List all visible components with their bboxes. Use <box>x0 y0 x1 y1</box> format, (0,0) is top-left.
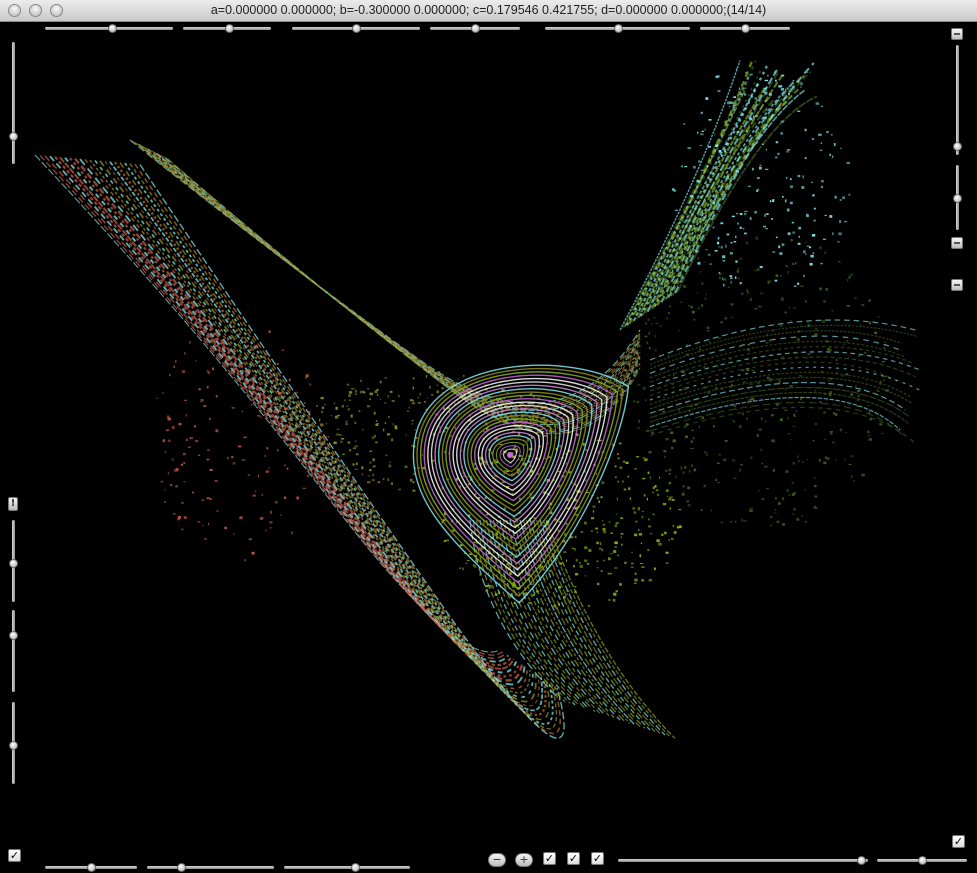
bottom-slider-1[interactable] <box>45 863 137 872</box>
zoom-in-button[interactable]: + <box>515 853 533 867</box>
red-strands-layer <box>34 154 565 739</box>
bottom-slider-1-knob[interactable] <box>87 863 96 872</box>
top-slider-2-knob[interactable] <box>224 24 234 33</box>
left-slider-2-knob[interactable] <box>9 558 18 568</box>
top-slider-5-knob[interactable] <box>613 24 623 33</box>
top-slider-2[interactable] <box>183 24 271 33</box>
right-slider-2-knob[interactable] <box>953 193 962 203</box>
fractal-attractor-plot <box>34 59 921 739</box>
left-bottom-checkbox[interactable]: ✓ <box>8 849 21 862</box>
left-slider-2[interactable] <box>9 520 18 602</box>
left-slider-4[interactable] <box>9 702 18 784</box>
bottom-slider-2[interactable] <box>147 863 274 872</box>
left-slider-1[interactable] <box>9 42 18 164</box>
top-slider-4[interactable] <box>430 24 520 33</box>
fractal-canvas[interactable] <box>0 22 977 873</box>
spiral-core-layer <box>412 364 630 604</box>
zoom-out-button[interactable]: − <box>488 853 506 867</box>
top-slider-1-knob[interactable] <box>107 24 117 33</box>
top-slider-5[interactable] <box>545 24 690 33</box>
top-slider-3-knob[interactable] <box>352 24 361 33</box>
bottom-slider-4-knob[interactable] <box>856 856 866 865</box>
left-exclaim-button[interactable]: ! <box>8 497 18 511</box>
bottom-slider-5[interactable] <box>877 856 967 865</box>
left-slider-3-knob[interactable] <box>9 630 18 640</box>
cyan-edge-layer <box>619 59 921 444</box>
top-slider-6[interactable] <box>700 24 790 33</box>
left-slider-3[interactable] <box>9 610 18 692</box>
left-slider-1-knob[interactable] <box>9 131 18 141</box>
right-mid-button-2[interactable] <box>951 279 963 291</box>
right-slider-1[interactable] <box>953 45 962 155</box>
right-bottom-checkbox[interactable]: ✓ <box>952 835 965 848</box>
left-slider-4-knob[interactable] <box>9 740 18 750</box>
top-slider-4-knob[interactable] <box>471 24 480 33</box>
top-slider-1[interactable] <box>45 24 173 33</box>
application-window: a=0.000000 0.000000; b=-0.300000 0.00000… <box>0 0 977 873</box>
top-slider-6-knob[interactable] <box>741 24 750 33</box>
bottom-slider-3[interactable] <box>284 863 410 872</box>
top-slider-3[interactable] <box>292 24 420 33</box>
bottom-checkbox-2[interactable]: ✓ <box>567 852 580 865</box>
title-bar[interactable]: a=0.000000 0.000000; b=-0.300000 0.00000… <box>0 0 977 22</box>
bottom-slider-3-knob[interactable] <box>350 863 360 872</box>
right-top-button[interactable] <box>951 28 963 40</box>
window-title: a=0.000000 0.000000; b=-0.300000 0.00000… <box>210 3 767 17</box>
right-mid-button-1[interactable] <box>951 237 963 249</box>
bottom-checkbox-1[interactable]: ✓ <box>543 852 556 865</box>
bottom-slider-4[interactable] <box>618 856 868 865</box>
bottom-slider-5-knob[interactable] <box>918 856 927 865</box>
right-slider-2[interactable] <box>953 165 962 230</box>
bottom-checkbox-3[interactable]: ✓ <box>591 852 604 865</box>
